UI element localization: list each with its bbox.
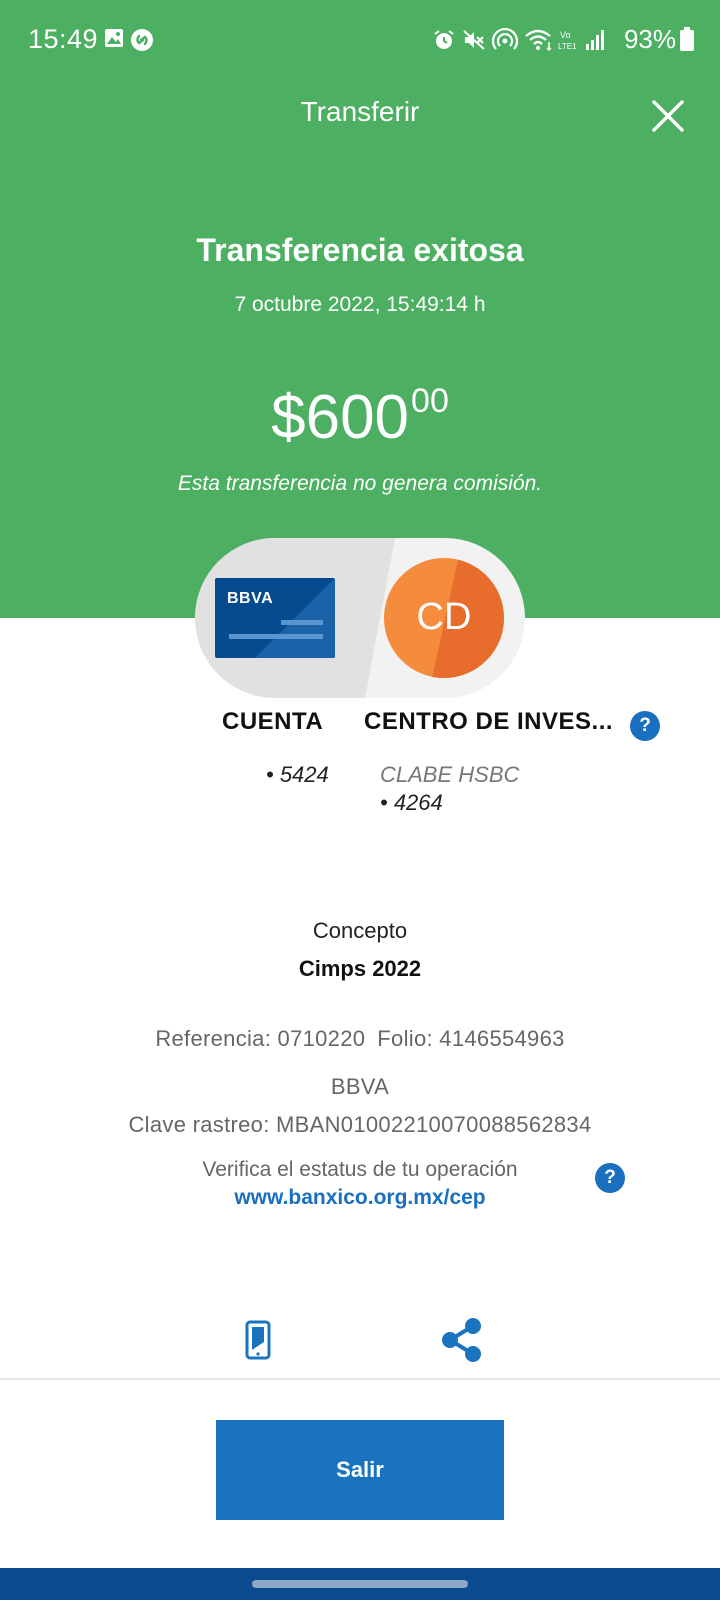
svg-text:LTE1: LTE1 <box>558 42 577 51</box>
footer-divider <box>0 1378 720 1380</box>
reference-text: Referencia: 0710220 <box>155 1026 366 1051</box>
recipient-account-number: • 4264 <box>380 790 443 815</box>
shazam-icon <box>131 29 153 51</box>
card-brand: BBVA <box>227 590 274 607</box>
recipient-bank: CLABE HSBC <box>380 762 520 787</box>
battery-icon <box>680 27 694 51</box>
status-bar: 15:49 Vo LTE1 93% <box>0 0 720 80</box>
verify-help-icon[interactable]: ? <box>595 1163 625 1193</box>
page-title: Transferir <box>300 96 420 127</box>
exit-button[interactable]: Salir <box>216 1420 504 1520</box>
save-to-phone-icon[interactable] <box>244 1320 272 1360</box>
recipient-avatar: CD <box>384 558 504 678</box>
alarm-icon <box>434 30 454 49</box>
origin-account-number: • 5424 <box>266 762 329 787</box>
amount-main: $600 <box>271 383 410 452</box>
volte-icon: Vo LTE1 <box>558 30 577 51</box>
avatar-initials: CD <box>416 596 472 638</box>
commission-note: Esta transferencia no genera comisión. <box>177 472 543 495</box>
close-icon[interactable] <box>646 94 690 138</box>
reference-folio-line: Referencia: 0710220 Folio: 4146554963 <box>0 1026 720 1052</box>
signal-icon <box>586 30 604 50</box>
origin-account-label: CUENTA <box>222 708 324 735</box>
transfer-amount: $60000 <box>0 382 720 453</box>
account-pill: BBVA CD <box>195 538 525 698</box>
mute-icon <box>463 30 485 50</box>
transfer-date: 7 octubre 2022, 15:49:14 h <box>234 293 486 316</box>
success-title: Transferencia exitosa <box>196 232 524 268</box>
share-icon[interactable] <box>440 1316 484 1364</box>
recipient-account-label: CENTRO DE INVES... <box>364 708 614 735</box>
system-navigation-bar <box>0 1568 720 1600</box>
svg-text:Vo: Vo <box>560 30 571 40</box>
amount-cents: 00 <box>411 382 449 420</box>
concept-label: Concepto <box>312 918 408 943</box>
recipient-help-icon[interactable]: ? <box>630 711 660 741</box>
wifi-icon <box>525 29 552 52</box>
bbva-card-icon: BBVA <box>215 578 335 658</box>
battery-percentage: 93% <box>623 24 676 54</box>
image-icon <box>105 29 123 47</box>
hotspot-icon <box>492 28 518 50</box>
folio-text: Folio: 4146554963 <box>377 1026 565 1051</box>
tracking-key: Clave rastreo: MBAN01002210070088562834 <box>128 1112 592 1137</box>
home-gesture-handle[interactable] <box>252 1580 468 1588</box>
transfer-receipt-screen: 15:49 Vo LTE1 93% Transferir Transferenc… <box>0 0 720 1600</box>
concept-value: Cimps 2022 <box>298 956 422 981</box>
status-time: 15:49 <box>28 24 99 54</box>
bank-name: BBVA <box>330 1074 390 1099</box>
